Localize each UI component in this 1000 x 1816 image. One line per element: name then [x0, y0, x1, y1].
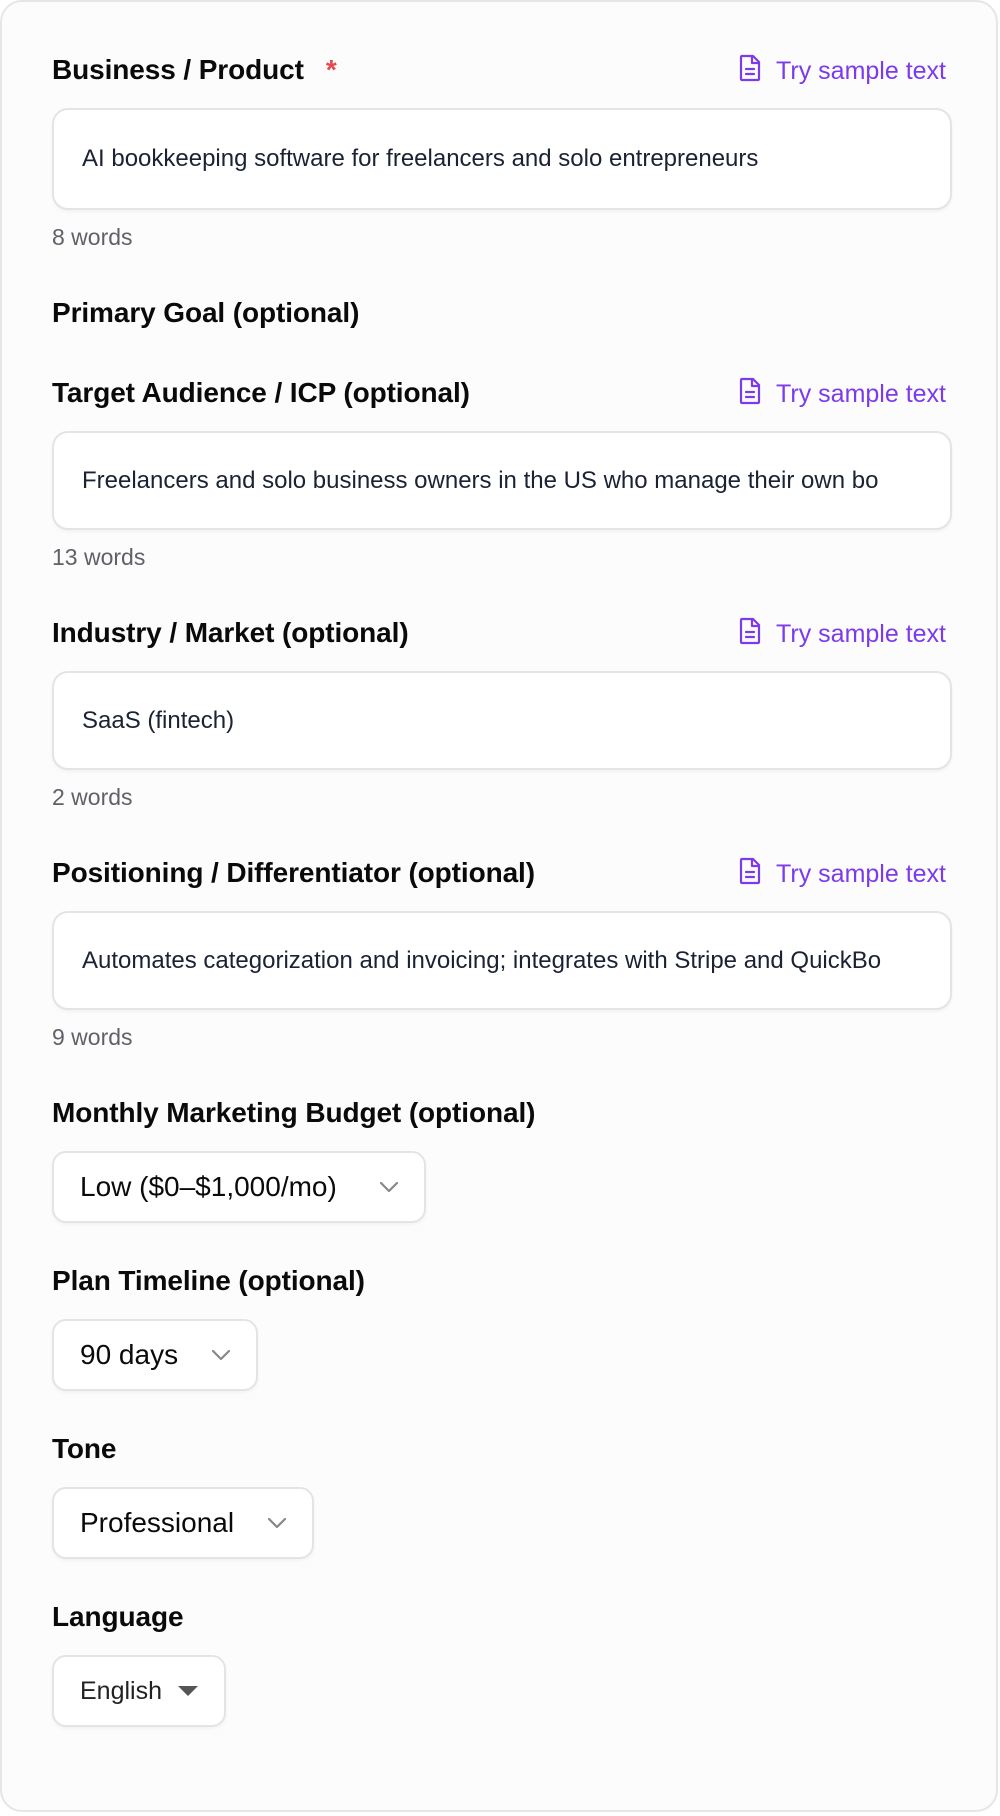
business-word-count: 8 words — [52, 224, 133, 250]
industry-input[interactable]: SaaS (fintech) — [52, 671, 952, 770]
positioning-word-count: 9 words — [52, 1024, 133, 1050]
document-icon — [738, 857, 762, 892]
chevron-down-icon — [210, 1348, 232, 1362]
positioning-input[interactable]: Automates categorization and invoicing; … — [52, 911, 952, 1010]
industry-try-sample-button[interactable]: Try sample text — [738, 617, 946, 652]
positioning-try-sample-button[interactable]: Try sample text — [738, 857, 946, 892]
audience-word-count: 13 words — [52, 544, 146, 570]
business-label-text: Business / Product — [52, 54, 304, 85]
language-selected-value: English — [80, 1676, 162, 1705]
tone-selected-value: Professional — [80, 1507, 235, 1538]
budget-selected-value: Low ($0–$1,000/mo) — [80, 1171, 337, 1202]
tone-label: Tone — [52, 1433, 117, 1464]
audience-label: Target Audience / ICP (optional) — [52, 377, 470, 408]
business-input-value: AI bookkeeping software for freelancers … — [82, 145, 759, 172]
language-label: Language — [52, 1601, 184, 1632]
positioning-label: Positioning / Differentiator (optional) — [52, 857, 535, 888]
tone-select[interactable]: Professional — [52, 1487, 314, 1559]
chevron-down-icon — [266, 1516, 288, 1530]
timeline-label: Plan Timeline (optional) — [52, 1265, 365, 1296]
document-icon — [738, 377, 762, 412]
try-sample-label: Try sample text — [776, 57, 946, 85]
primary-goal-label: Primary Goal (optional) — [52, 297, 360, 328]
budget-select[interactable]: Low ($0–$1,000/mo) — [52, 1151, 426, 1223]
timeline-select[interactable]: 90 days — [52, 1319, 258, 1391]
industry-label: Industry / Market (optional) — [52, 617, 409, 648]
business-try-sample-button[interactable]: Try sample text — [738, 54, 946, 89]
audience-input[interactable]: Freelancers and solo business owners in … — [52, 431, 952, 530]
document-icon — [738, 54, 762, 89]
language-select[interactable]: English — [52, 1655, 226, 1727]
chevron-down-icon — [378, 1180, 400, 1194]
timeline-selected-value: 90 days — [80, 1339, 179, 1370]
business-input[interactable]: AI bookkeeping software for freelancers … — [52, 108, 952, 210]
try-sample-label: Try sample text — [776, 620, 946, 648]
audience-input-value: Freelancers and solo business owners in … — [82, 466, 879, 494]
caret-down-icon — [178, 1686, 198, 1696]
audience-try-sample-button[interactable]: Try sample text — [738, 377, 946, 412]
industry-word-count: 2 words — [52, 784, 133, 810]
budget-label: Monthly Marketing Budget (optional) — [52, 1097, 536, 1128]
positioning-input-value: Automates categorization and invoicing; … — [82, 946, 882, 974]
required-asterisk: * — [325, 54, 337, 85]
try-sample-label: Try sample text — [776, 380, 946, 408]
business-label: Business / Product * — [52, 54, 337, 86]
industry-input-value: SaaS (fintech) — [82, 706, 235, 734]
try-sample-label: Try sample text — [776, 860, 946, 888]
document-icon — [738, 617, 762, 652]
form-card: Business / Product * Try sample text AI b… — [0, 0, 998, 1812]
